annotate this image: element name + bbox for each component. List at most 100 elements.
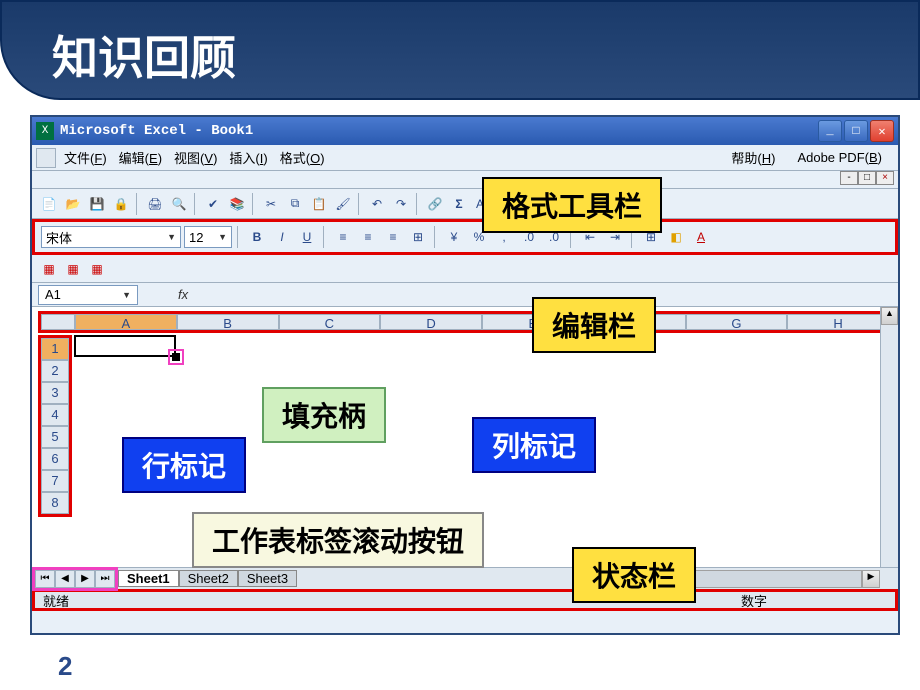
col-header-b[interactable]: B: [177, 314, 279, 330]
align-left-icon[interactable]: ≡: [332, 226, 354, 248]
workbook-restore[interactable]: □: [858, 171, 876, 185]
row-header-8[interactable]: 8: [41, 492, 69, 514]
column-headers: A B C D E F G H: [38, 311, 892, 333]
copy-icon[interactable]: ⧉: [284, 193, 306, 215]
cell-reference: A1: [45, 287, 61, 302]
status-numlock: 数字: [741, 591, 767, 610]
col-header-c[interactable]: C: [279, 314, 381, 330]
workbook-minimize[interactable]: -: [840, 171, 858, 185]
pdf-review-icon[interactable]: ▦: [86, 258, 108, 280]
dropdown-arrow-icon: ▼: [122, 290, 131, 300]
research-icon[interactable]: 📚: [226, 193, 248, 215]
select-all-corner[interactable]: [41, 314, 75, 330]
status-bar: 就绪 数字: [32, 589, 898, 611]
callout-format-toolbar: 格式工具栏: [482, 177, 662, 233]
align-center-icon[interactable]: ≡: [357, 226, 379, 248]
cut-icon[interactable]: ✂: [260, 193, 282, 215]
print-icon[interactable]: 🖨: [144, 193, 166, 215]
menu-view[interactable]: 视图(V): [174, 148, 217, 167]
fx-icon[interactable]: fx: [178, 287, 188, 302]
row-header-7[interactable]: 7: [41, 470, 69, 492]
menu-bar: 文件(F) 编辑(E) 视图(V) 插入(I) 格式(O) 帮助(H) Adob…: [32, 145, 898, 171]
active-cell[interactable]: [74, 335, 176, 357]
callout-status-bar: 状态栏: [572, 547, 696, 603]
app-icon: X: [36, 122, 54, 140]
redo-icon[interactable]: ↷: [390, 193, 412, 215]
merge-center-icon[interactable]: ⊞: [407, 226, 429, 248]
sheet-nav-buttons: ⏮ ◀ ▶ ⏭: [32, 567, 118, 591]
row-headers: 1 2 3 4 5 6 7 8: [38, 335, 72, 517]
spelling-icon[interactable]: ✔: [202, 193, 224, 215]
pdf-convert-icon[interactable]: ▦: [38, 258, 60, 280]
open-icon[interactable]: 📂: [62, 193, 84, 215]
bold-icon[interactable]: B: [246, 226, 268, 248]
menu-format[interactable]: 格式(O): [280, 148, 325, 167]
paste-icon[interactable]: 📋: [308, 193, 330, 215]
slide-header: 知识回顾: [0, 0, 920, 100]
vertical-scrollbar[interactable]: ▲: [880, 307, 898, 567]
sheet-nav-prev-icon[interactable]: ◀: [55, 570, 75, 588]
font-select[interactable]: 宋体 ▼: [41, 226, 181, 248]
menu-help[interactable]: 帮助(H): [731, 148, 775, 167]
pdf-toolbar: ▦ ▦ ▦: [32, 255, 898, 283]
callout-sheet-nav: 工作表标签滚动按钮: [192, 512, 484, 568]
sheet-nav-first-icon[interactable]: ⏮: [35, 570, 55, 588]
menu-edit[interactable]: 编辑(E): [119, 148, 162, 167]
fill-color-icon[interactable]: ◧: [665, 226, 687, 248]
row-header-2[interactable]: 2: [41, 360, 69, 382]
underline-icon[interactable]: U: [296, 226, 318, 248]
menu-file[interactable]: 文件(F): [64, 148, 107, 167]
row-header-5[interactable]: 5: [41, 426, 69, 448]
sheet-tabs: Sheet1 Sheet2 Sheet3: [118, 570, 297, 587]
italic-icon[interactable]: I: [271, 226, 293, 248]
status-ready: 就绪: [43, 591, 69, 610]
close-button[interactable]: ✕: [870, 120, 894, 142]
sheet-nav-last-icon[interactable]: ⏭: [95, 570, 115, 588]
sheet-tab-row: ⏮ ◀ ▶ ⏭ Sheet1 Sheet2 Sheet3 ◀ ▶: [32, 567, 898, 589]
scroll-right-icon[interactable]: ▶: [862, 570, 880, 588]
new-icon[interactable]: 📄: [38, 193, 60, 215]
col-header-d[interactable]: D: [380, 314, 482, 330]
formula-bar: A1 ▼ fx: [32, 283, 898, 307]
font-color-icon[interactable]: A: [690, 226, 712, 248]
name-box[interactable]: A1 ▼: [38, 285, 138, 305]
scroll-up-icon[interactable]: ▲: [881, 307, 898, 325]
font-name: 宋体: [46, 228, 72, 247]
permission-icon[interactable]: 🔒: [110, 193, 132, 215]
menu-adobe-pdf[interactable]: Adobe PDF(B): [797, 150, 882, 165]
row-header-3[interactable]: 3: [41, 382, 69, 404]
row-header-4[interactable]: 4: [41, 404, 69, 426]
col-header-h[interactable]: H: [787, 314, 889, 330]
format-painter-icon[interactable]: 🖌: [332, 193, 354, 215]
col-header-a[interactable]: A: [75, 314, 177, 330]
autosum-icon[interactable]: Σ: [448, 193, 470, 215]
currency-icon[interactable]: ¥: [443, 226, 465, 248]
dropdown-arrow-icon: ▼: [167, 232, 176, 242]
callout-fill-handle: 填充柄: [262, 387, 386, 443]
maximize-button[interactable]: □: [844, 120, 868, 142]
col-header-g[interactable]: G: [686, 314, 788, 330]
row-header-1[interactable]: 1: [41, 338, 69, 360]
fill-handle[interactable]: [172, 353, 180, 361]
save-icon[interactable]: 💾: [86, 193, 108, 215]
sheet-tab-3[interactable]: Sheet3: [238, 570, 297, 587]
sheet-tab-2[interactable]: Sheet2: [179, 570, 238, 587]
callout-row-header: 行标记: [122, 437, 246, 493]
sheet-nav-next-icon[interactable]: ▶: [75, 570, 95, 588]
hyperlink-icon[interactable]: 🔗: [424, 193, 446, 215]
preview-icon[interactable]: 🔍: [168, 193, 190, 215]
row-header-6[interactable]: 6: [41, 448, 69, 470]
dropdown-arrow-icon: ▼: [218, 232, 227, 242]
excel-doc-icon[interactable]: [36, 148, 56, 168]
sheet-tab-1[interactable]: Sheet1: [118, 570, 179, 587]
font-size: 12: [189, 230, 203, 245]
workbook-close[interactable]: ×: [876, 171, 894, 185]
font-size-select[interactable]: 12 ▼: [184, 226, 232, 248]
minimize-button[interactable]: _: [818, 120, 842, 142]
undo-icon[interactable]: ↶: [366, 193, 388, 215]
pdf-email-icon[interactable]: ▦: [62, 258, 84, 280]
page-number: 2: [58, 651, 72, 682]
menu-insert[interactable]: 插入(I): [229, 148, 267, 167]
align-right-icon[interactable]: ≡: [382, 226, 404, 248]
window-title: Microsoft Excel - Book1: [60, 123, 816, 139]
